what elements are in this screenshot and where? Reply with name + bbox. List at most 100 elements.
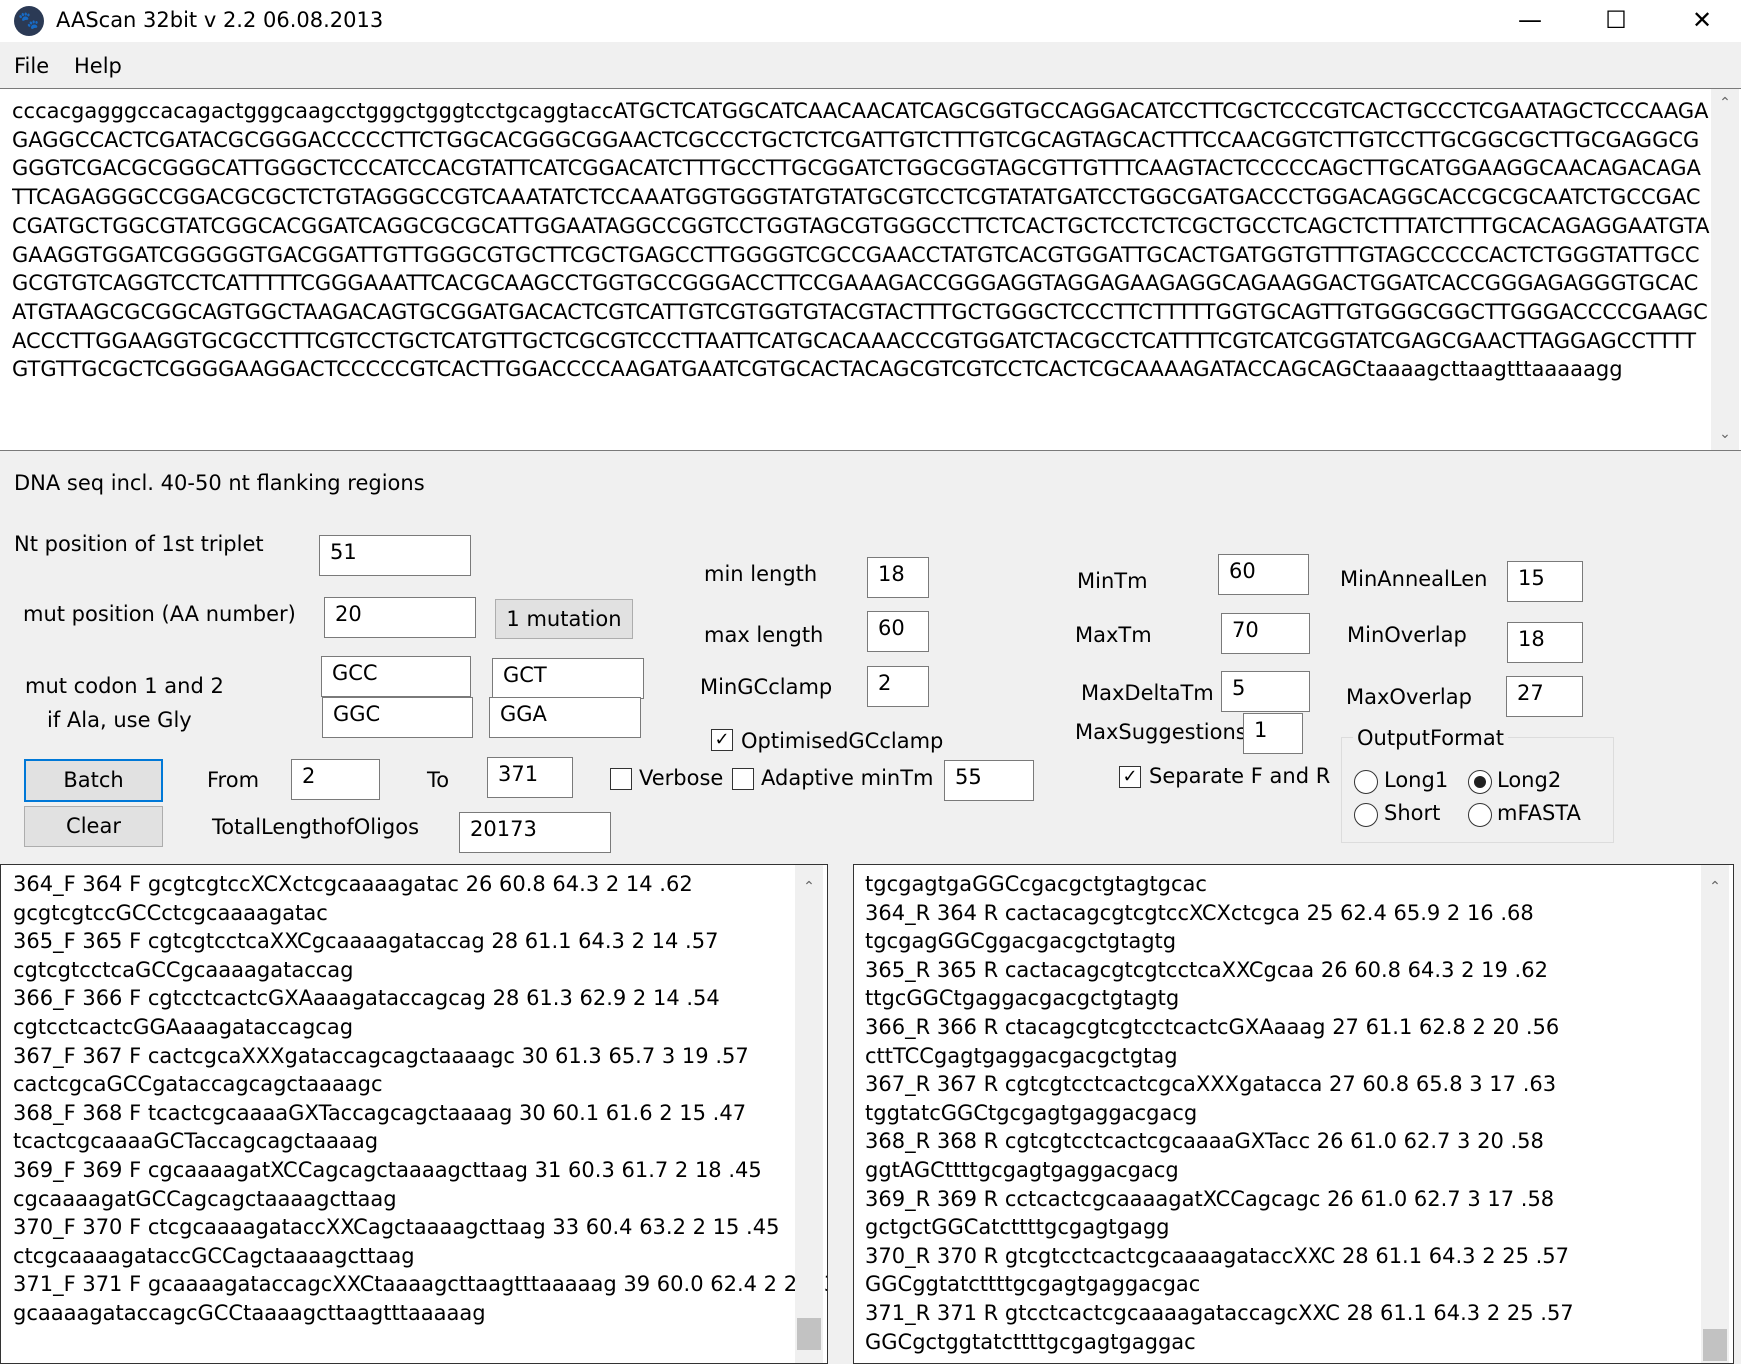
maximize-button[interactable]: ☐	[1573, 0, 1659, 42]
max-suggestions-input[interactable]: 1	[1243, 713, 1303, 754]
min-tm-label: MinTm	[1077, 569, 1148, 593]
forward-primers-content: 364_F 364 F gcgtcgtccXCXctcgcaaaagatac 2…	[13, 870, 827, 1328]
long2-radio[interactable]	[1468, 770, 1492, 794]
max-overlap-input[interactable]: 27	[1506, 676, 1583, 717]
max-length-input[interactable]: 60	[867, 611, 929, 652]
list-item[interactable]: cgtcctcactcGGAaaagataccagcag	[13, 1013, 793, 1042]
list-item[interactable]: tggtatcGGCtgcgagtgaggacgacg	[865, 1099, 1695, 1128]
title-bar: 🐾 AAScan 32bit v 2.2 06.08.2013 — ☐ ✕	[0, 0, 1741, 42]
short-radio[interactable]	[1354, 803, 1378, 827]
list-item[interactable]: 370_R 370 R gtcgtcctcactcgcaaaagataccXXC…	[865, 1242, 1695, 1271]
min-overlap-label: MinOverlap	[1347, 623, 1467, 647]
codon-1-input[interactable]: GCC	[321, 656, 471, 697]
forward-primers-list[interactable]: 364_F 364 F gcgtcgtccXCXctcgcaaaagatac 2…	[0, 864, 828, 1364]
scroll-up-icon[interactable]: ⌃	[1711, 91, 1739, 115]
menu-help[interactable]: Help	[74, 54, 122, 78]
list-item[interactable]: 367_F 367 F cactcgcaXXXgataccagcagctaaaa…	[13, 1042, 793, 1071]
list-item[interactable]: ggtAGCttttgcgagtgaggacgacg	[865, 1156, 1695, 1185]
from-input[interactable]: 2	[291, 759, 380, 800]
list-item[interactable]: 369_R 369 R cctcactcgcaaaagatXCCagcagc 2…	[865, 1185, 1695, 1214]
list-item[interactable]: cactcgcaGCCgataccagcagctaaaagc	[13, 1070, 793, 1099]
scroll-down-icon[interactable]: ⌄	[1711, 422, 1739, 446]
verbose-label: Verbose	[639, 766, 724, 790]
mfasta-radio[interactable]	[1468, 803, 1492, 827]
list-item[interactable]: 364_F 364 F gcgtcgtccXCXctcgcaaaagatac 2…	[13, 870, 793, 899]
list-item[interactable]: tgcgagtgaGGCcgacgctgtagtgcac	[865, 870, 1695, 899]
to-input[interactable]: 371	[487, 757, 573, 798]
long1-radio[interactable]	[1354, 770, 1378, 794]
sequence-scrollbar[interactable]: ⌃ ⌄	[1711, 89, 1739, 450]
verbose-checkbox[interactable]	[610, 768, 632, 790]
min-tm-input[interactable]: 60	[1218, 554, 1309, 595]
max-suggestions-label: MaxSuggestions	[1075, 720, 1247, 744]
min-length-label: min length	[704, 562, 818, 586]
forward-list-scrollbar[interactable]: ⌃	[795, 865, 823, 1363]
optimised-gc-label: OptimisedGCclamp	[741, 729, 944, 753]
list-item[interactable]: 371_R 371 R gtcctcactcgcaaaagataccagcXXC…	[865, 1299, 1695, 1328]
separate-f-r-checkbox[interactable]: ✓	[1119, 766, 1141, 788]
list-item[interactable]: gcgtcgtccGCCctcgcaaaagatac	[13, 899, 793, 928]
list-item[interactable]: tcactcgcaaaaGCTaccagcagctaaaag	[13, 1127, 793, 1156]
if-ala-label: if Ala, use Gly	[47, 708, 192, 732]
list-item[interactable]: cgcaaaagatGCCagcagctaaaagcttaag	[13, 1185, 793, 1214]
list-item[interactable]: ttgcGGCtgaggacgacgctgtagtg	[865, 984, 1695, 1013]
list-item[interactable]: ctcgcaaaagataccGCCagctaaaagcttaag	[13, 1242, 793, 1271]
paw-app-icon: 🐾	[14, 6, 44, 36]
list-item[interactable]: GGCgctggtatcttttgcgagtgaggac	[865, 1328, 1695, 1357]
list-item[interactable]: 366_R 366 R ctacagcgtcgtcctcactcGXAaaag …	[865, 1013, 1695, 1042]
reverse-list-scrollbar[interactable]: ⌃	[1701, 865, 1729, 1363]
codon-2-input[interactable]: GCT	[492, 658, 644, 699]
max-delta-tm-input[interactable]: 5	[1221, 671, 1310, 712]
scroll-up-icon[interactable]: ⌃	[795, 875, 823, 899]
separate-f-r-label: Separate F and R	[1149, 764, 1331, 788]
list-item[interactable]: cttTCCgagtgaggacgacgctgtag	[865, 1042, 1695, 1071]
list-item[interactable]: 366_F 366 F cgtcctcactcGXAaaagataccagcag…	[13, 984, 793, 1013]
list-item[interactable]: tgcgagGGCggacgacgctgtagtg	[865, 927, 1695, 956]
list-item[interactable]: 365_R 365 R cactacagcgtcgtcctcaXXCgcaa 2…	[865, 956, 1695, 985]
adaptive-min-tm-input[interactable]: 55	[944, 760, 1034, 801]
min-overlap-input[interactable]: 18	[1507, 622, 1583, 663]
min-anneal-input[interactable]: 15	[1507, 561, 1583, 602]
menu-file[interactable]: File	[14, 54, 49, 78]
mut-position-input[interactable]: 20	[324, 597, 476, 638]
dna-sequence-textarea[interactable]: cccacgagggccacagactgggcaagcctgggctgggtcc…	[0, 88, 1741, 451]
list-item[interactable]: cgtcgtcctcaGCCgcaaaagataccag	[13, 956, 793, 985]
list-item[interactable]: gctgctGGCatcttttgcgagtgagg	[865, 1213, 1695, 1242]
mfasta-label: mFASTA	[1497, 801, 1581, 825]
list-item[interactable]: 364_R 364 R cactacagcgtcgtccXCXctcgca 25…	[865, 899, 1695, 928]
batch-button[interactable]: Batch	[24, 759, 163, 802]
nt-position-input[interactable]: 51	[319, 535, 471, 576]
scroll-up-icon[interactable]: ⌃	[1701, 875, 1729, 899]
adaptive-min-tm-checkbox[interactable]	[732, 768, 754, 790]
total-length-input[interactable]: 20173	[459, 812, 611, 853]
list-item[interactable]: gcaaaagataccagcGCCtaaaagcttaagtttaaaaag	[13, 1299, 793, 1328]
scroll-thumb[interactable]	[797, 1318, 821, 1350]
one-mutation-button[interactable]: 1 mutation	[495, 599, 633, 639]
list-item[interactable]: 368_R 368 R cgtcgtcctcactcgcaaaaGXTacc 2…	[865, 1127, 1695, 1156]
list-item[interactable]: 371_F 371 F gcaaaagataccagcXXCtaaaagctta…	[13, 1270, 827, 1299]
adaptive-min-tm-label: Adaptive minTm	[761, 766, 934, 790]
list-item[interactable]: 365_F 365 F cgtcgtcctcaXXCgcaaaagataccag…	[13, 927, 793, 956]
optimised-gc-checkbox[interactable]: ✓	[711, 729, 733, 751]
list-item[interactable]: 368_F 368 F tcactcgcaaaaGXTaccagcagctaaa…	[13, 1099, 793, 1128]
list-item[interactable]: 369_F 369 F cgcaaaagatXCCagcagctaaaagctt…	[13, 1156, 793, 1185]
minimize-button[interactable]: —	[1487, 0, 1573, 42]
output-format-label: OutputFormat	[1353, 726, 1508, 750]
dna-sequence-text: cccacgagggccacagactgggcaagcctgggctgggtcc…	[12, 99, 1710, 382]
dna-seq-label: DNA seq incl. 40-50 nt flanking regions	[14, 471, 425, 495]
reverse-primers-list[interactable]: tgcgagtgaGGCcgacgctgtagtgcac 364_R 364 R …	[853, 864, 1734, 1364]
min-length-input[interactable]: 18	[867, 557, 929, 598]
min-gc-clamp-input[interactable]: 2	[867, 666, 929, 707]
max-tm-input[interactable]: 70	[1221, 613, 1310, 654]
close-button[interactable]: ✕	[1659, 0, 1741, 42]
min-gc-clamp-label: MinGCclamp	[700, 675, 833, 699]
list-item[interactable]: 370_F 370 F ctcgcaaaagataccXXCagctaaaagc…	[13, 1213, 793, 1242]
clear-button[interactable]: Clear	[24, 806, 163, 847]
codon-4-input[interactable]: GGA	[489, 697, 641, 738]
max-delta-tm-label: MaxDeltaTm	[1081, 681, 1214, 705]
codon-3-input[interactable]: GGC	[322, 697, 473, 738]
reverse-primers-content: tgcgagtgaGGCcgacgctgtagtgcac 364_R 364 R …	[865, 870, 1695, 1356]
scroll-thumb[interactable]	[1703, 1329, 1727, 1361]
list-item[interactable]: GGCggtatcttttgcgagtgaggacgac	[865, 1270, 1695, 1299]
list-item[interactable]: 367_R 367 R cgtcgtcctcactcgcaXXXgatacca …	[865, 1070, 1695, 1099]
